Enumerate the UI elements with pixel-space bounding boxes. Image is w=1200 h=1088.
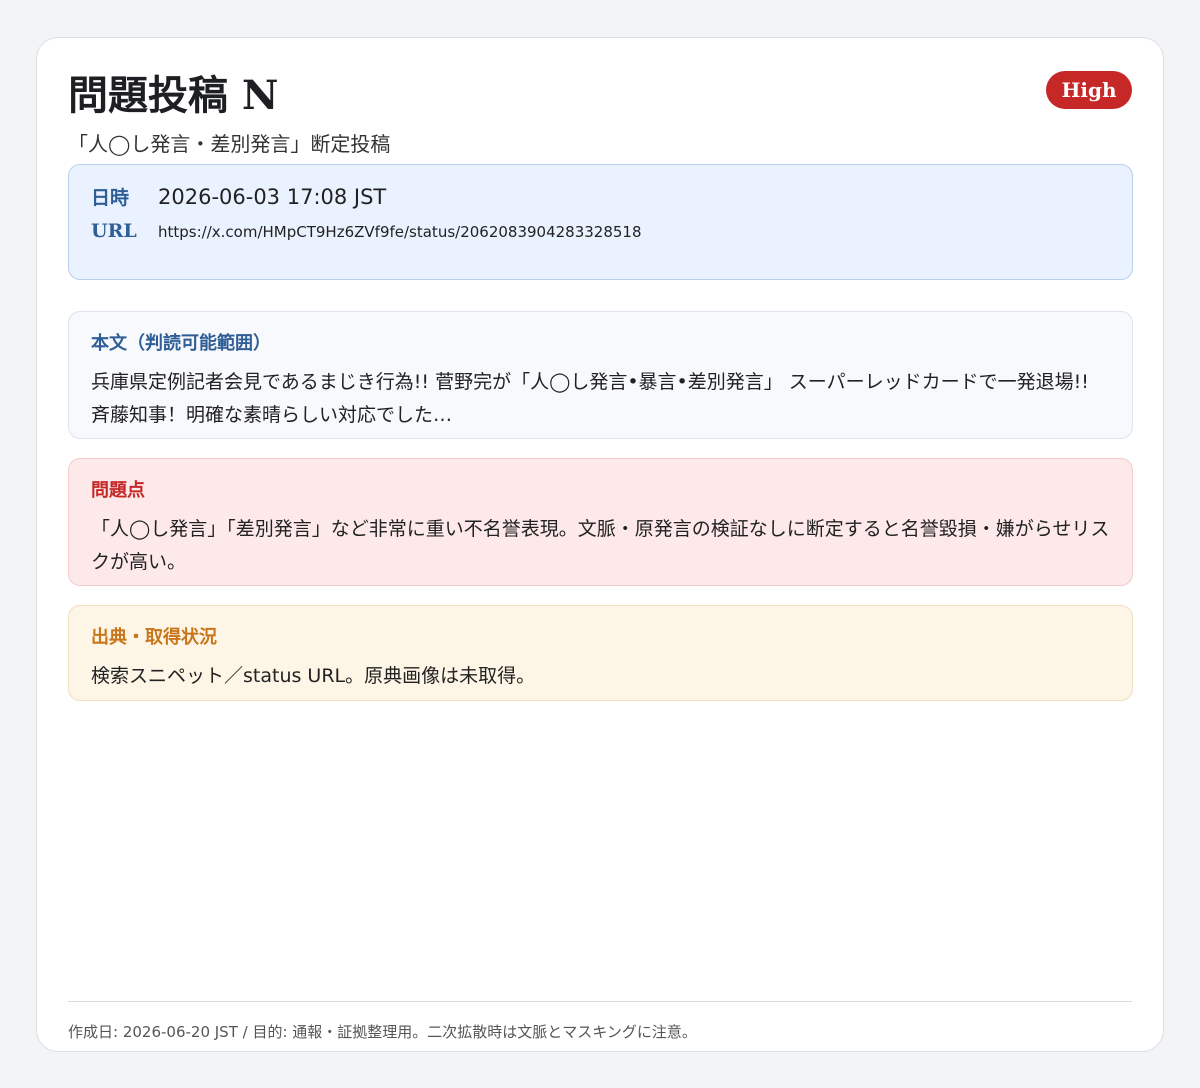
url-value[interactable]: https://x.com/HMpCT9Hz6ZVf9fe/status/206… xyxy=(158,223,642,241)
body-heading: 本文（判読可能範囲） xyxy=(91,333,271,354)
source-section: 出典・取得状況 検索スニペット／status URL。原典画像は未取得。 xyxy=(68,605,1133,701)
url-row: URL https://x.com/HMpCT9Hz6ZVf9fe/status/… xyxy=(91,220,642,242)
url-label: URL xyxy=(91,220,137,242)
body-text: 兵庫県定例記者会見であるまじき行為!! 菅野完が「人◯し発言•暴言•差別発言」 … xyxy=(91,371,1089,426)
footer-divider xyxy=(68,1001,1132,1002)
page-title: 問題投稿 N xyxy=(68,72,279,119)
severity-badge: High xyxy=(1046,71,1132,109)
issue-text: 「人◯し発言」「差別発言」など非常に重い不名誉表現。文脈・原発言の検証なしに断定… xyxy=(91,518,1110,573)
issue-heading: 問題点 xyxy=(91,480,145,501)
date-label: 日時 xyxy=(91,187,130,209)
page-subtitle: 「人◯し発言・差別発言」断定投稿 xyxy=(68,132,391,156)
body-section: 本文（判読可能範囲） 兵庫県定例記者会見であるまじき行為!! 菅野完が「人◯し発… xyxy=(68,311,1133,439)
issue-section: 問題点 「人◯し発言」「差別発言」など非常に重い不名誉表現。文脈・原発言の検証な… xyxy=(68,458,1133,586)
source-text: 検索スニペット／status URL。原典画像は未取得。 xyxy=(91,665,536,687)
meta-box: 日時 2026-06-03 17:08 JST URL https://x.com/… xyxy=(68,164,1133,280)
report-card: 問題投稿 N 「人◯し発言・差別発言」断定投稿 High 日時 2026-06-0… xyxy=(36,37,1164,1052)
source-heading: 出典・取得状況 xyxy=(91,627,217,648)
footer-note: 作成日: 2026-06-20 JST / 目的: 通報・証拠整理用。二次拡散時… xyxy=(68,1023,697,1041)
date-row: 日時 2026-06-03 17:08 JST xyxy=(91,183,386,210)
date-value: 2026-06-03 17:08 JST xyxy=(158,185,387,209)
